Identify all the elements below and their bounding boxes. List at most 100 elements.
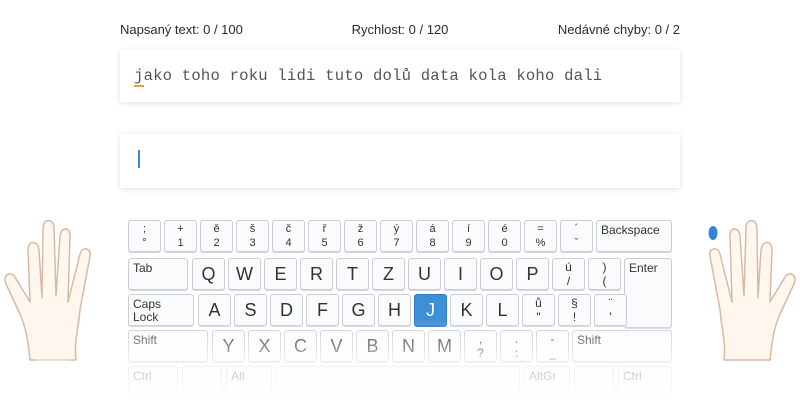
key-top-label: á [429, 223, 436, 235]
key-a[interactable]: A [198, 294, 231, 326]
key-top-label: . [514, 332, 519, 346]
key-t[interactable]: T [336, 258, 369, 290]
key-top-label: é [501, 223, 508, 235]
key-backspace[interactable]: Backspace [596, 220, 672, 252]
key-bottom-label: _ [549, 346, 556, 360]
target-text-panel: jako toho roku lidi tuto dolů data kola … [120, 50, 680, 102]
key-i[interactable]: I [444, 258, 477, 290]
key-semicolon[interactable]: ; ° [128, 220, 161, 252]
key-win-right[interactable] [574, 366, 614, 398]
key-caps-lock[interactable]: Caps Lock [128, 294, 194, 326]
key-j[interactable]: J [414, 294, 447, 326]
key-z[interactable]: Z [372, 258, 405, 290]
key-top-label: ú [565, 260, 572, 274]
key-bottom-label: 4 [285, 237, 292, 249]
key-k[interactable]: K [450, 294, 483, 326]
key-bottom-label: 8 [429, 237, 436, 249]
key-bottom-label: : [514, 346, 519, 360]
key-q[interactable]: Q [192, 258, 225, 290]
key-top-label: § [571, 296, 578, 310]
key-l[interactable]: L [486, 294, 519, 326]
key-u[interactable]: U [408, 258, 441, 290]
key-top-label: ř [322, 223, 327, 235]
typing-input[interactable] [120, 134, 680, 188]
key-1[interactable]: +1 [164, 220, 197, 252]
key-bottom-label: ? [477, 346, 484, 360]
key-top-label: č [285, 223, 292, 235]
key-parenthesis[interactable]: )( [588, 258, 621, 290]
key-u-acute[interactable]: ú / [552, 258, 585, 290]
current-character: j [134, 67, 144, 87]
key-bottom-label: ' [609, 310, 612, 324]
key-equals[interactable]: =% [524, 220, 557, 252]
key-bottom-label: 9 [465, 237, 472, 249]
key-top-label: ; [142, 223, 147, 235]
key-p[interactable]: P [516, 258, 549, 290]
key-top-label: ¨ [608, 296, 613, 310]
key-x[interactable]: X [248, 330, 281, 362]
left-hand-icon [4, 219, 91, 361]
key-top-label: š [249, 223, 256, 235]
key-space[interactable] [276, 366, 520, 398]
stats-bar: Napsaný text: 0 / 100 Rychlost: 0 / 120 … [120, 22, 680, 40]
key-enter[interactable]: Enter [624, 258, 672, 328]
key-v[interactable]: V [320, 330, 353, 362]
key-n[interactable]: N [392, 330, 425, 362]
text-caret [138, 150, 140, 168]
key-minus[interactable]: - _ [536, 330, 569, 362]
right-hand-icon [708, 219, 796, 361]
key-c[interactable]: C [284, 330, 317, 362]
key-0[interactable]: é0 [488, 220, 521, 252]
key-ctrl-right[interactable]: Ctrl [618, 366, 672, 398]
key-ctrl-left[interactable]: Ctrl [128, 366, 178, 398]
key-r[interactable]: R [300, 258, 333, 290]
key-b[interactable]: B [356, 330, 389, 362]
key-4[interactable]: č4 [272, 220, 305, 252]
key-shift-left[interactable]: Shift [128, 330, 208, 362]
key-2[interactable]: ě2 [200, 220, 233, 252]
key-bottom-label: 5 [321, 237, 328, 249]
virtual-keyboard: ; ° +1 ě2 š3 č4 ř5 ž6 ý7 á8 í9 é0 =% ´ ˇ B… [128, 220, 672, 400]
key-bottom-label: / [566, 274, 571, 288]
key-bottom-label: ° [142, 237, 147, 249]
key-comma[interactable]: ,? [464, 330, 497, 362]
key-8[interactable]: á8 [416, 220, 449, 252]
key-f[interactable]: F [306, 294, 339, 326]
key-m[interactable]: M [428, 330, 461, 362]
key-o[interactable]: O [480, 258, 513, 290]
key-5[interactable]: ř5 [308, 220, 341, 252]
key-s[interactable]: S [234, 294, 267, 326]
key-section[interactable]: §! [558, 294, 591, 326]
key-3[interactable]: š3 [236, 220, 269, 252]
key-top-label: + [177, 223, 184, 235]
key-period[interactable]: .: [500, 330, 533, 362]
key-bottom-label: % [535, 237, 546, 249]
key-diaeresis[interactable]: ¨ ' [594, 294, 627, 326]
remaining-text: ako toho roku lidi tuto dolů data kola k… [143, 67, 603, 85]
key-top-label: = [537, 223, 544, 235]
key-w[interactable]: W [228, 258, 261, 290]
key-bottom-label: " [536, 310, 541, 324]
key-h[interactable]: H [378, 294, 411, 326]
key-g[interactable]: G [342, 294, 375, 326]
key-altgr[interactable]: AltGr [524, 366, 570, 398]
index-finger-marker [708, 226, 718, 240]
key-alt-left[interactable]: Alt [226, 366, 272, 398]
key-d[interactable]: D [270, 294, 303, 326]
key-win-left[interactable] [182, 366, 222, 398]
target-text: jako toho roku lidi tuto dolů data kola … [134, 67, 603, 87]
key-6[interactable]: ž6 [344, 220, 377, 252]
key-top-label: ý [393, 223, 400, 235]
key-9[interactable]: í9 [452, 220, 485, 252]
key-tab[interactable]: Tab [128, 258, 188, 290]
key-7[interactable]: ý7 [380, 220, 413, 252]
key-y[interactable]: Y [212, 330, 245, 362]
key-top-label: , [478, 332, 483, 346]
key-acute[interactable]: ´ ˇ [560, 220, 593, 252]
key-u-ring[interactable]: ů " [522, 294, 555, 326]
key-top-label: í [466, 223, 471, 235]
key-e[interactable]: E [264, 258, 297, 290]
key-shift-right[interactable]: Shift [572, 330, 672, 362]
key-bottom-label: 3 [249, 237, 256, 249]
key-bottom-label: ( [602, 274, 607, 288]
